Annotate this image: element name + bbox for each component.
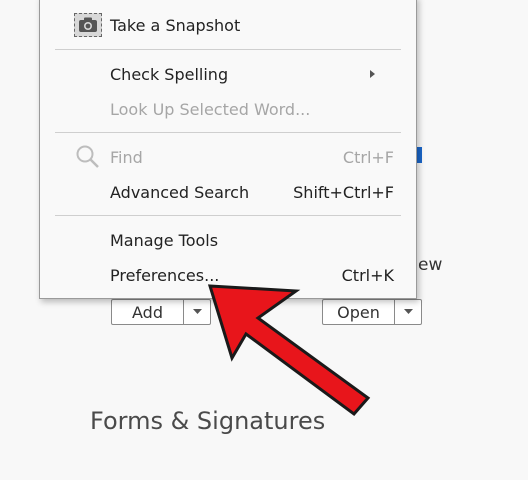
- section-title: Forms & Signatures: [90, 407, 326, 435]
- add-button[interactable]: Add: [112, 300, 184, 324]
- menu-separator: [55, 215, 401, 216]
- add-split-button[interactable]: Add: [111, 299, 211, 325]
- add-dropdown-arrow[interactable]: [184, 300, 210, 324]
- menu-item-label: Take a Snapshot: [110, 15, 241, 35]
- context-menu: Take a Snapshot Check Spelling Look Up S…: [39, 0, 417, 299]
- menu-item-preferences[interactable]: Preferences... Ctrl+K: [40, 261, 416, 289]
- submenu-arrow-icon: [370, 70, 375, 78]
- menu-separator: [55, 49, 401, 50]
- open-dropdown-arrow[interactable]: [395, 300, 421, 324]
- menu-item-label: Manage Tools: [110, 230, 219, 250]
- partial-label: ew: [418, 255, 443, 275]
- chevron-down-icon: [192, 309, 202, 314]
- menu-item-check-spelling[interactable]: Check Spelling: [40, 60, 416, 88]
- menu-item-label: Advanced Search: [110, 182, 250, 202]
- chevron-down-icon: [403, 309, 413, 314]
- menu-item-label: Look Up Selected Word...: [110, 99, 311, 119]
- menu-item-take-snapshot[interactable]: Take a Snapshot: [40, 11, 416, 39]
- open-button[interactable]: Open: [323, 300, 395, 324]
- menu-item-label: Check Spelling: [110, 64, 229, 84]
- menu-item-shortcut: Ctrl+F: [342, 147, 394, 167]
- menu-item-label: Find: [110, 147, 143, 167]
- camera-icon: [74, 13, 102, 37]
- menu-item-label: Preferences...: [110, 265, 220, 285]
- search-icon: [76, 145, 99, 168]
- menu-item-look-up-word[interactable]: Look Up Selected Word...: [40, 95, 416, 123]
- menu-item-shortcut: Ctrl+K: [341, 265, 394, 285]
- menu-item-advanced-search[interactable]: Advanced Search Shift+Ctrl+F: [40, 178, 416, 206]
- menu-item-shortcut: Shift+Ctrl+F: [293, 182, 394, 202]
- menu-separator: [55, 132, 401, 133]
- menu-item-manage-tools[interactable]: Manage Tools: [40, 226, 416, 254]
- menu-item-find[interactable]: Find Ctrl+F: [40, 143, 416, 171]
- open-split-button[interactable]: Open: [322, 299, 422, 325]
